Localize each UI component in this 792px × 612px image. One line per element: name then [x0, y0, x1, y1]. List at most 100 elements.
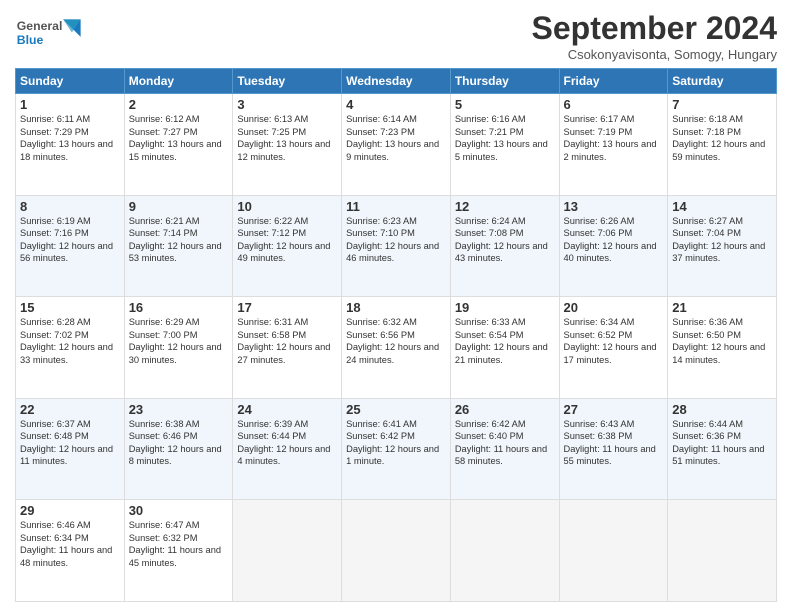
calendar-table: Sunday Monday Tuesday Wednesday Thursday… [15, 68, 777, 602]
calendar-cell: 19 Sunrise: 6:33 AM Sunset: 6:54 PM Dayl… [450, 297, 559, 399]
calendar-cell: 8 Sunrise: 6:19 AM Sunset: 7:16 PM Dayli… [16, 195, 125, 297]
calendar-cell: 2 Sunrise: 6:12 AM Sunset: 7:27 PM Dayli… [124, 94, 233, 196]
day-number: 27 [564, 402, 664, 417]
sunset: Sunset: 7:29 PM [20, 127, 89, 137]
calendar-cell: 27 Sunrise: 6:43 AM Sunset: 6:38 PM Dayl… [559, 398, 668, 500]
sunset: Sunset: 7:25 PM [237, 127, 306, 137]
sunrise: Sunrise: 6:17 AM [564, 114, 635, 124]
sunrise: Sunrise: 6:28 AM [20, 317, 91, 327]
day-info: Sunrise: 6:19 AM Sunset: 7:16 PM Dayligh… [20, 215, 120, 265]
sunset: Sunset: 7:27 PM [129, 127, 198, 137]
sunset: Sunset: 6:56 PM [346, 330, 415, 340]
sunset: Sunset: 7:18 PM [672, 127, 741, 137]
sunrise: Sunrise: 6:21 AM [129, 216, 200, 226]
calendar-cell: 11 Sunrise: 6:23 AM Sunset: 7:10 PM Dayl… [342, 195, 451, 297]
day-number: 23 [129, 402, 229, 417]
sunrise: Sunrise: 6:37 AM [20, 419, 91, 429]
sunrise: Sunrise: 6:39 AM [237, 419, 308, 429]
daylight-label: Daylight: 12 hours and 33 minutes. [20, 342, 113, 365]
svg-text:General: General [17, 19, 63, 33]
sunrise: Sunrise: 6:43 AM [564, 419, 635, 429]
sunrise: Sunrise: 6:24 AM [455, 216, 526, 226]
day-info: Sunrise: 6:23 AM Sunset: 7:10 PM Dayligh… [346, 215, 446, 265]
sunset: Sunset: 7:10 PM [346, 228, 415, 238]
day-info: Sunrise: 6:29 AM Sunset: 7:00 PM Dayligh… [129, 316, 229, 366]
sunrise: Sunrise: 6:18 AM [672, 114, 743, 124]
col-thursday: Thursday [450, 69, 559, 94]
day-info: Sunrise: 6:43 AM Sunset: 6:38 PM Dayligh… [564, 418, 664, 468]
location-subtitle: Csokonyavisonta, Somogy, Hungary [532, 47, 777, 62]
sunset: Sunset: 6:50 PM [672, 330, 741, 340]
day-number: 9 [129, 199, 229, 214]
col-tuesday: Tuesday [233, 69, 342, 94]
calendar-cell: 15 Sunrise: 6:28 AM Sunset: 7:02 PM Dayl… [16, 297, 125, 399]
sunrise: Sunrise: 6:29 AM [129, 317, 200, 327]
day-number: 8 [20, 199, 120, 214]
daylight-label: Daylight: 11 hours and 48 minutes. [20, 545, 112, 568]
sunset: Sunset: 7:19 PM [564, 127, 633, 137]
col-saturday: Saturday [668, 69, 777, 94]
sunrise: Sunrise: 6:31 AM [237, 317, 308, 327]
calendar-cell: 30 Sunrise: 6:47 AM Sunset: 6:32 PM Dayl… [124, 500, 233, 602]
day-info: Sunrise: 6:33 AM Sunset: 6:54 PM Dayligh… [455, 316, 555, 366]
calendar-cell [342, 500, 451, 602]
day-info: Sunrise: 6:26 AM Sunset: 7:06 PM Dayligh… [564, 215, 664, 265]
sunrise: Sunrise: 6:22 AM [237, 216, 308, 226]
daylight-label: Daylight: 11 hours and 55 minutes. [564, 444, 656, 467]
sunrise: Sunrise: 6:41 AM [346, 419, 417, 429]
daylight-label: Daylight: 13 hours and 15 minutes. [129, 139, 222, 162]
day-number: 30 [129, 503, 229, 518]
calendar-cell: 7 Sunrise: 6:18 AM Sunset: 7:18 PM Dayli… [668, 94, 777, 196]
day-info: Sunrise: 6:21 AM Sunset: 7:14 PM Dayligh… [129, 215, 229, 265]
sunset: Sunset: 6:34 PM [20, 533, 89, 543]
day-number: 5 [455, 97, 555, 112]
day-info: Sunrise: 6:36 AM Sunset: 6:50 PM Dayligh… [672, 316, 772, 366]
calendar-cell [450, 500, 559, 602]
day-number: 21 [672, 300, 772, 315]
sunset: Sunset: 7:06 PM [564, 228, 633, 238]
daylight-label: Daylight: 12 hours and 1 minute. [346, 444, 439, 467]
day-info: Sunrise: 6:12 AM Sunset: 7:27 PM Dayligh… [129, 113, 229, 163]
day-info: Sunrise: 6:16 AM Sunset: 7:21 PM Dayligh… [455, 113, 555, 163]
sunrise: Sunrise: 6:12 AM [129, 114, 200, 124]
day-number: 11 [346, 199, 446, 214]
day-info: Sunrise: 6:32 AM Sunset: 6:56 PM Dayligh… [346, 316, 446, 366]
day-number: 2 [129, 97, 229, 112]
day-number: 10 [237, 199, 337, 214]
day-number: 14 [672, 199, 772, 214]
calendar-cell: 1 Sunrise: 6:11 AM Sunset: 7:29 PM Dayli… [16, 94, 125, 196]
day-number: 20 [564, 300, 664, 315]
day-number: 19 [455, 300, 555, 315]
daylight-label: Daylight: 12 hours and 59 minutes. [672, 139, 765, 162]
col-monday: Monday [124, 69, 233, 94]
daylight-label: Daylight: 12 hours and 17 minutes. [564, 342, 657, 365]
daylight-label: Daylight: 12 hours and 21 minutes. [455, 342, 548, 365]
sunrise: Sunrise: 6:14 AM [346, 114, 417, 124]
calendar-cell: 5 Sunrise: 6:16 AM Sunset: 7:21 PM Dayli… [450, 94, 559, 196]
sunrise: Sunrise: 6:16 AM [455, 114, 526, 124]
calendar-cell: 12 Sunrise: 6:24 AM Sunset: 7:08 PM Dayl… [450, 195, 559, 297]
calendar-cell: 10 Sunrise: 6:22 AM Sunset: 7:12 PM Dayl… [233, 195, 342, 297]
day-number: 28 [672, 402, 772, 417]
daylight-label: Daylight: 12 hours and 40 minutes. [564, 241, 657, 264]
calendar-cell: 17 Sunrise: 6:31 AM Sunset: 6:58 PM Dayl… [233, 297, 342, 399]
sunset: Sunset: 7:00 PM [129, 330, 198, 340]
logo: General Blue [15, 10, 85, 55]
day-number: 12 [455, 199, 555, 214]
sunrise: Sunrise: 6:44 AM [672, 419, 743, 429]
daylight-label: Daylight: 12 hours and 43 minutes. [455, 241, 548, 264]
daylight-label: Daylight: 11 hours and 58 minutes. [455, 444, 547, 467]
calendar-cell: 4 Sunrise: 6:14 AM Sunset: 7:23 PM Dayli… [342, 94, 451, 196]
sunrise: Sunrise: 6:47 AM [129, 520, 200, 530]
day-info: Sunrise: 6:44 AM Sunset: 6:36 PM Dayligh… [672, 418, 772, 468]
sunset: Sunset: 6:46 PM [129, 431, 198, 441]
day-info: Sunrise: 6:28 AM Sunset: 7:02 PM Dayligh… [20, 316, 120, 366]
month-title: September 2024 [532, 10, 777, 47]
sunrise: Sunrise: 6:46 AM [20, 520, 91, 530]
day-info: Sunrise: 6:27 AM Sunset: 7:04 PM Dayligh… [672, 215, 772, 265]
daylight-label: Daylight: 12 hours and 46 minutes. [346, 241, 439, 264]
day-info: Sunrise: 6:11 AM Sunset: 7:29 PM Dayligh… [20, 113, 120, 163]
calendar-cell: 3 Sunrise: 6:13 AM Sunset: 7:25 PM Dayli… [233, 94, 342, 196]
day-info: Sunrise: 6:37 AM Sunset: 6:48 PM Dayligh… [20, 418, 120, 468]
calendar-cell [668, 500, 777, 602]
